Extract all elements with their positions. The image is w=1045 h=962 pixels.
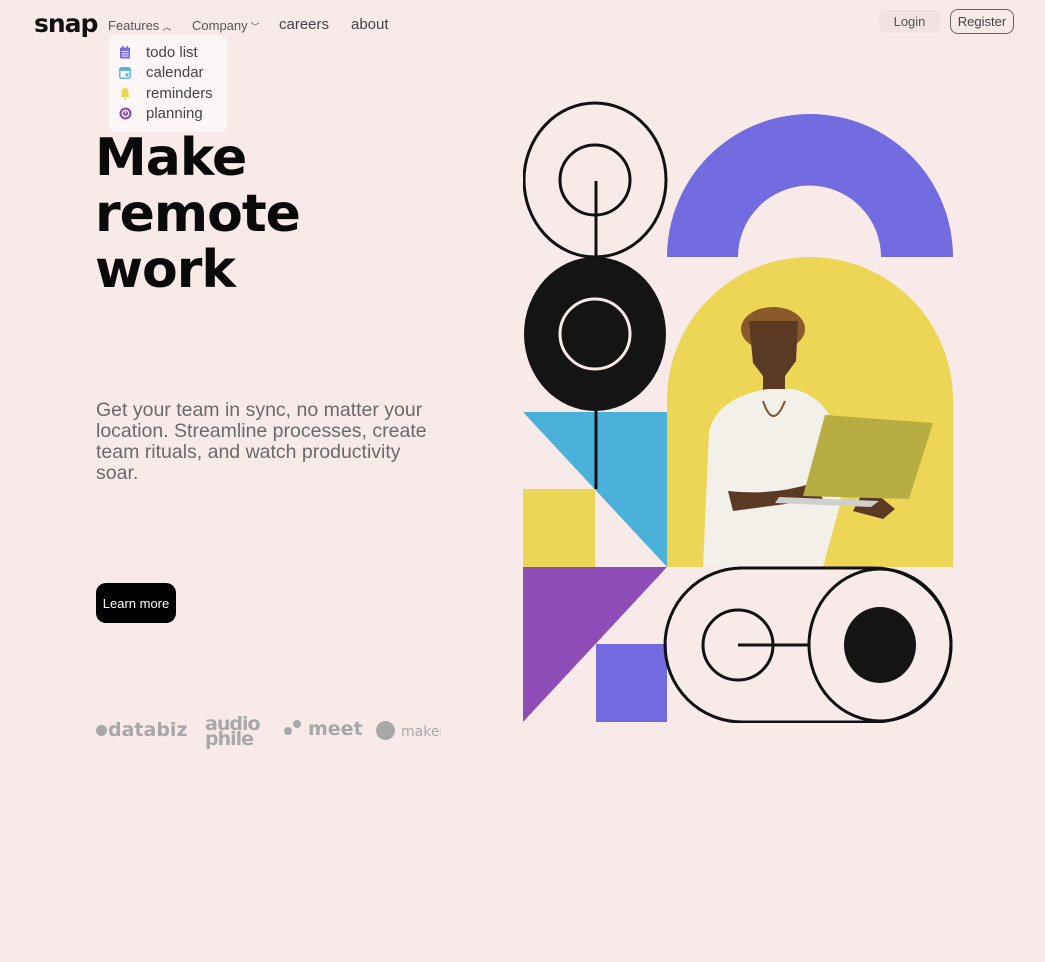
headline-line-1: Make [95,128,247,188]
client-logo-maker: maker [376,721,441,740]
dropdown-item-reminders[interactable]: reminders [117,83,219,104]
nav-company-label: Company [192,18,248,33]
dropdown-item-calendar[interactable]: calendar [117,63,219,84]
client-logo-databiz: databiz [96,719,188,741]
audiophile-line-2: phile [205,728,254,750]
nav-company[interactable]: Company ﹀ [192,18,260,33]
client-logo-meet: meet [284,718,363,740]
databiz-dot-icon [96,725,107,736]
dropdown-item-label: planning [146,105,203,123]
login-button[interactable]: Login [879,10,940,33]
chevron-down-icon: ﹀ [250,22,260,32]
maker-circle-icon [376,721,395,740]
headline-line-3: work [95,240,236,300]
chevron-up-icon: ︿ [162,22,172,32]
nav-features[interactable]: Features ︿ [108,18,171,33]
learn-more-button[interactable]: Learn more [96,583,176,623]
register-button[interactable]: Register [950,9,1014,34]
hero-illustration [522,101,953,727]
dropdown-item-label: todo list [146,43,198,61]
nav-about[interactable]: about [351,16,389,33]
planning-icon [118,107,132,121]
nav-careers[interactable]: careers [279,16,329,33]
meet-dots-icon [284,720,302,736]
dropdown-item-label: calendar [146,64,204,82]
client-logo-audiophile: audio phile [205,715,261,750]
brand-logo[interactable]: snap [34,9,98,38]
features-dropdown: todo list calendar reminders planning [109,35,227,132]
hero-headline: Make remote work [95,130,395,298]
todo-icon [118,45,132,59]
meet-text: meet [308,718,363,740]
calendar-icon [118,66,132,80]
bell-icon [118,86,132,100]
dropdown-item-todo-list[interactable]: todo list [117,42,219,63]
databiz-text: databiz [108,719,188,741]
nav-features-label: Features [108,18,160,33]
maker-text: maker [401,724,441,740]
dropdown-item-label: reminders [146,84,213,102]
dropdown-item-planning[interactable]: planning [117,104,219,125]
client-logos: databiz audio phile meet maker [96,715,441,755]
headline-line-2: remote [95,184,301,244]
hero-subtext: Get your team in sync, no matter your lo… [96,399,427,484]
